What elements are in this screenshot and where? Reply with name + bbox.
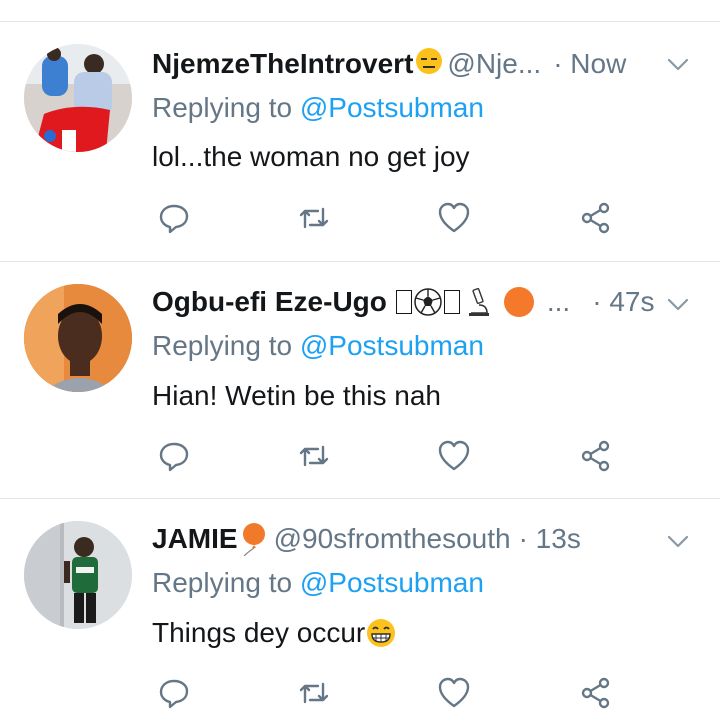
timestamp[interactable]: · 13s (519, 523, 581, 555)
tweet-actions (0, 200, 720, 240)
timestamp[interactable]: · 47s (592, 286, 654, 318)
tweet-text-body: Things dey occur (152, 617, 366, 648)
tweet-header: NjemzeTheIntrovert @Nje... · Now (152, 44, 700, 84)
avatar[interactable] (24, 521, 132, 629)
missing-glyph-icon (443, 290, 460, 314)
tweet-actions (0, 675, 720, 715)
share-icon[interactable] (578, 438, 614, 474)
replying-to-label: Replying to (152, 330, 300, 361)
user-handle[interactable]: @90sfromthesouth (274, 523, 511, 555)
chevron-down-icon[interactable] (664, 290, 692, 318)
display-name[interactable]: Ogbu-efi Eze-Ugo (152, 286, 387, 318)
avatar[interactable] (24, 284, 132, 392)
balloon-emoji (242, 523, 265, 556)
reply-icon[interactable] (156, 200, 192, 236)
retweet-icon[interactable] (296, 438, 332, 474)
share-icon[interactable] (578, 200, 614, 236)
expressionless-face-emoji (415, 47, 443, 82)
orange-circle-emoji (503, 287, 534, 317)
retweet-icon[interactable] (296, 675, 332, 711)
replying-to: Replying to @Postsubman (152, 92, 484, 124)
display-name[interactable]: NjemzeTheIntrovert (152, 48, 413, 80)
share-icon[interactable] (578, 675, 614, 711)
avatar[interactable] (24, 44, 132, 152)
chevron-down-icon[interactable] (664, 50, 692, 78)
replying-to: Replying to @Postsubman (152, 330, 484, 362)
heart-icon[interactable] (436, 675, 472, 711)
chevron-down-icon[interactable] (664, 527, 692, 555)
tweet-header: JAMIE @90sfromthesouth · 13s (152, 519, 700, 559)
microscope-emoji (468, 287, 489, 316)
tweet-1[interactable]: NjemzeTheIntrovert @Nje... · Now Replyin… (0, 0, 720, 262)
tweet-header: Ogbu-efi Eze-Ugo ... · 47s (152, 282, 700, 322)
tweet-text: Things dey occur (152, 617, 396, 649)
heart-icon[interactable] (436, 438, 472, 474)
name-emojis (395, 286, 535, 318)
display-name[interactable]: JAMIE (152, 523, 238, 555)
soccer-ball-emoji (414, 288, 442, 316)
tweet-actions (0, 438, 720, 478)
user-handle[interactable]: @Nje... (447, 48, 541, 80)
replying-to-label: Replying to (152, 567, 300, 598)
reply-mention-link[interactable]: @Postsubman (300, 92, 484, 123)
tweet-text: Hian! Wetin be this nah (152, 380, 441, 411)
timestamp[interactable]: · Now (553, 48, 626, 80)
replying-to: Replying to @Postsubman (152, 567, 484, 599)
grinning-face-emoji (367, 619, 396, 647)
heart-icon[interactable] (436, 200, 472, 236)
user-handle[interactable]: ... (547, 286, 570, 318)
tweet-3[interactable]: JAMIE @90sfromthesouth · 13s Replying to… (0, 499, 720, 722)
tweet-text: lol...the woman no get joy (152, 141, 470, 172)
tweet-2[interactable]: Ogbu-efi Eze-Ugo ... · 47s Replying to @… (0, 262, 720, 498)
reply-mention-link[interactable]: @Postsubman (300, 567, 484, 598)
reply-mention-link[interactable]: @Postsubman (300, 330, 484, 361)
replying-to-label: Replying to (152, 92, 300, 123)
reply-icon[interactable] (156, 675, 192, 711)
reply-icon[interactable] (156, 438, 192, 474)
missing-glyph-icon (395, 290, 412, 314)
retweet-icon[interactable] (296, 200, 332, 236)
